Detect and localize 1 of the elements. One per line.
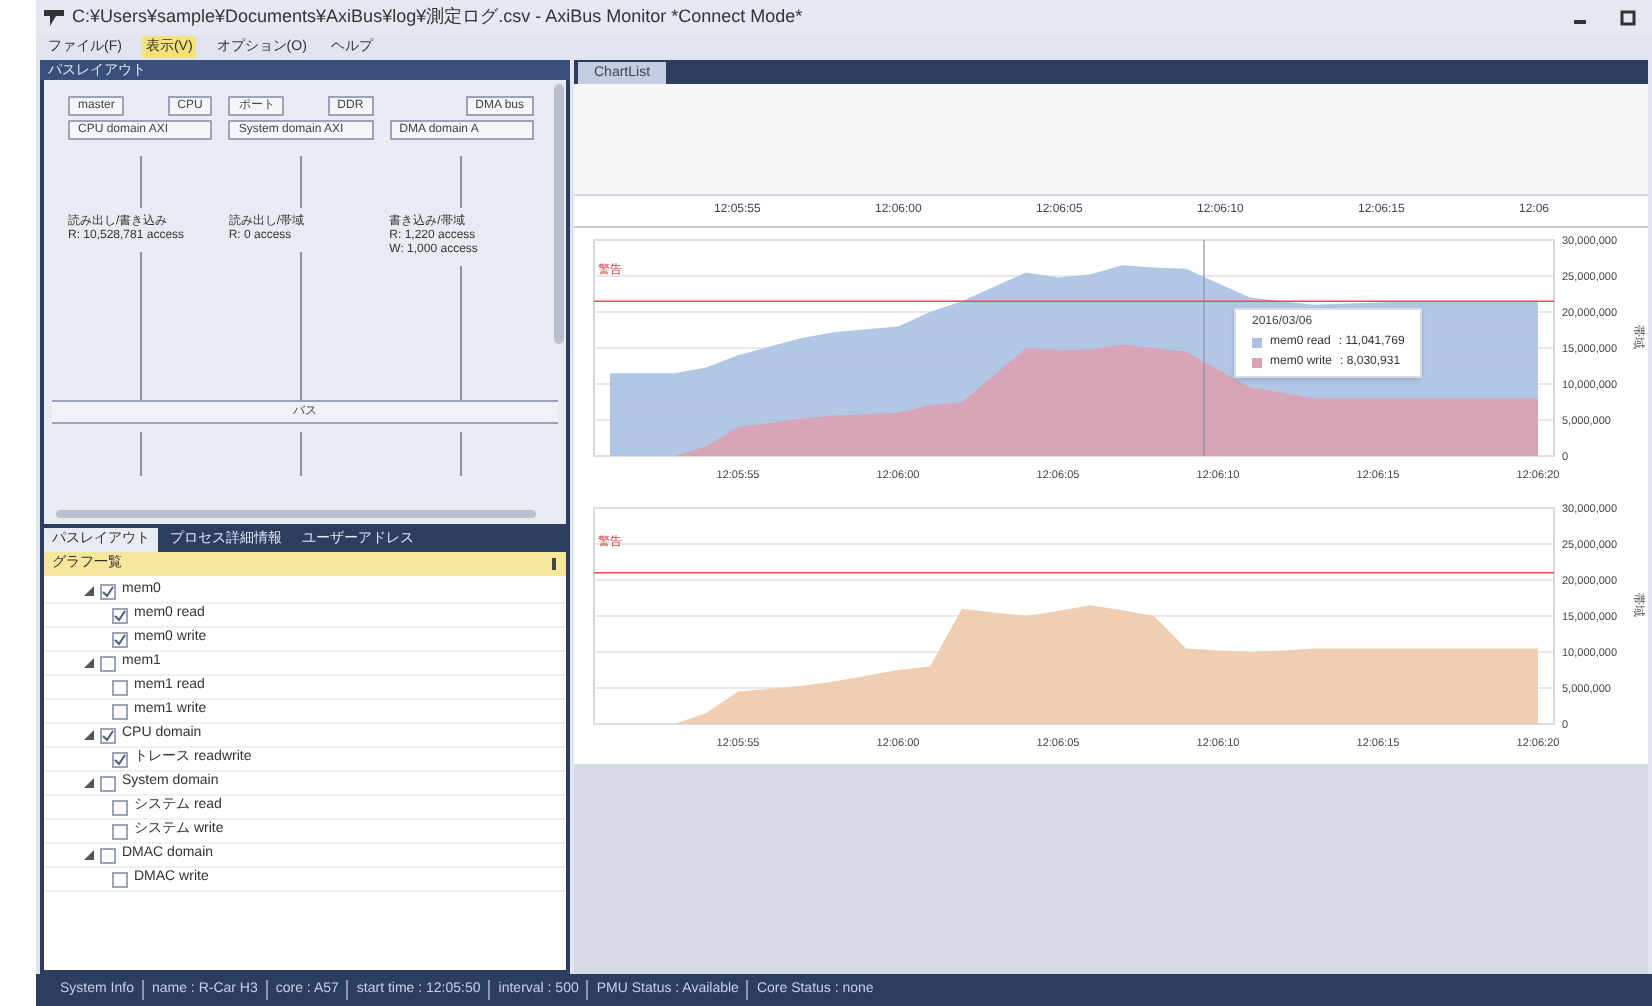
window-title: C:¥Users¥sample¥Documents¥AxiBus¥log¥測定ログ.csv - AxiBus Monitor *Connect Mode* (72, 3, 805, 30)
